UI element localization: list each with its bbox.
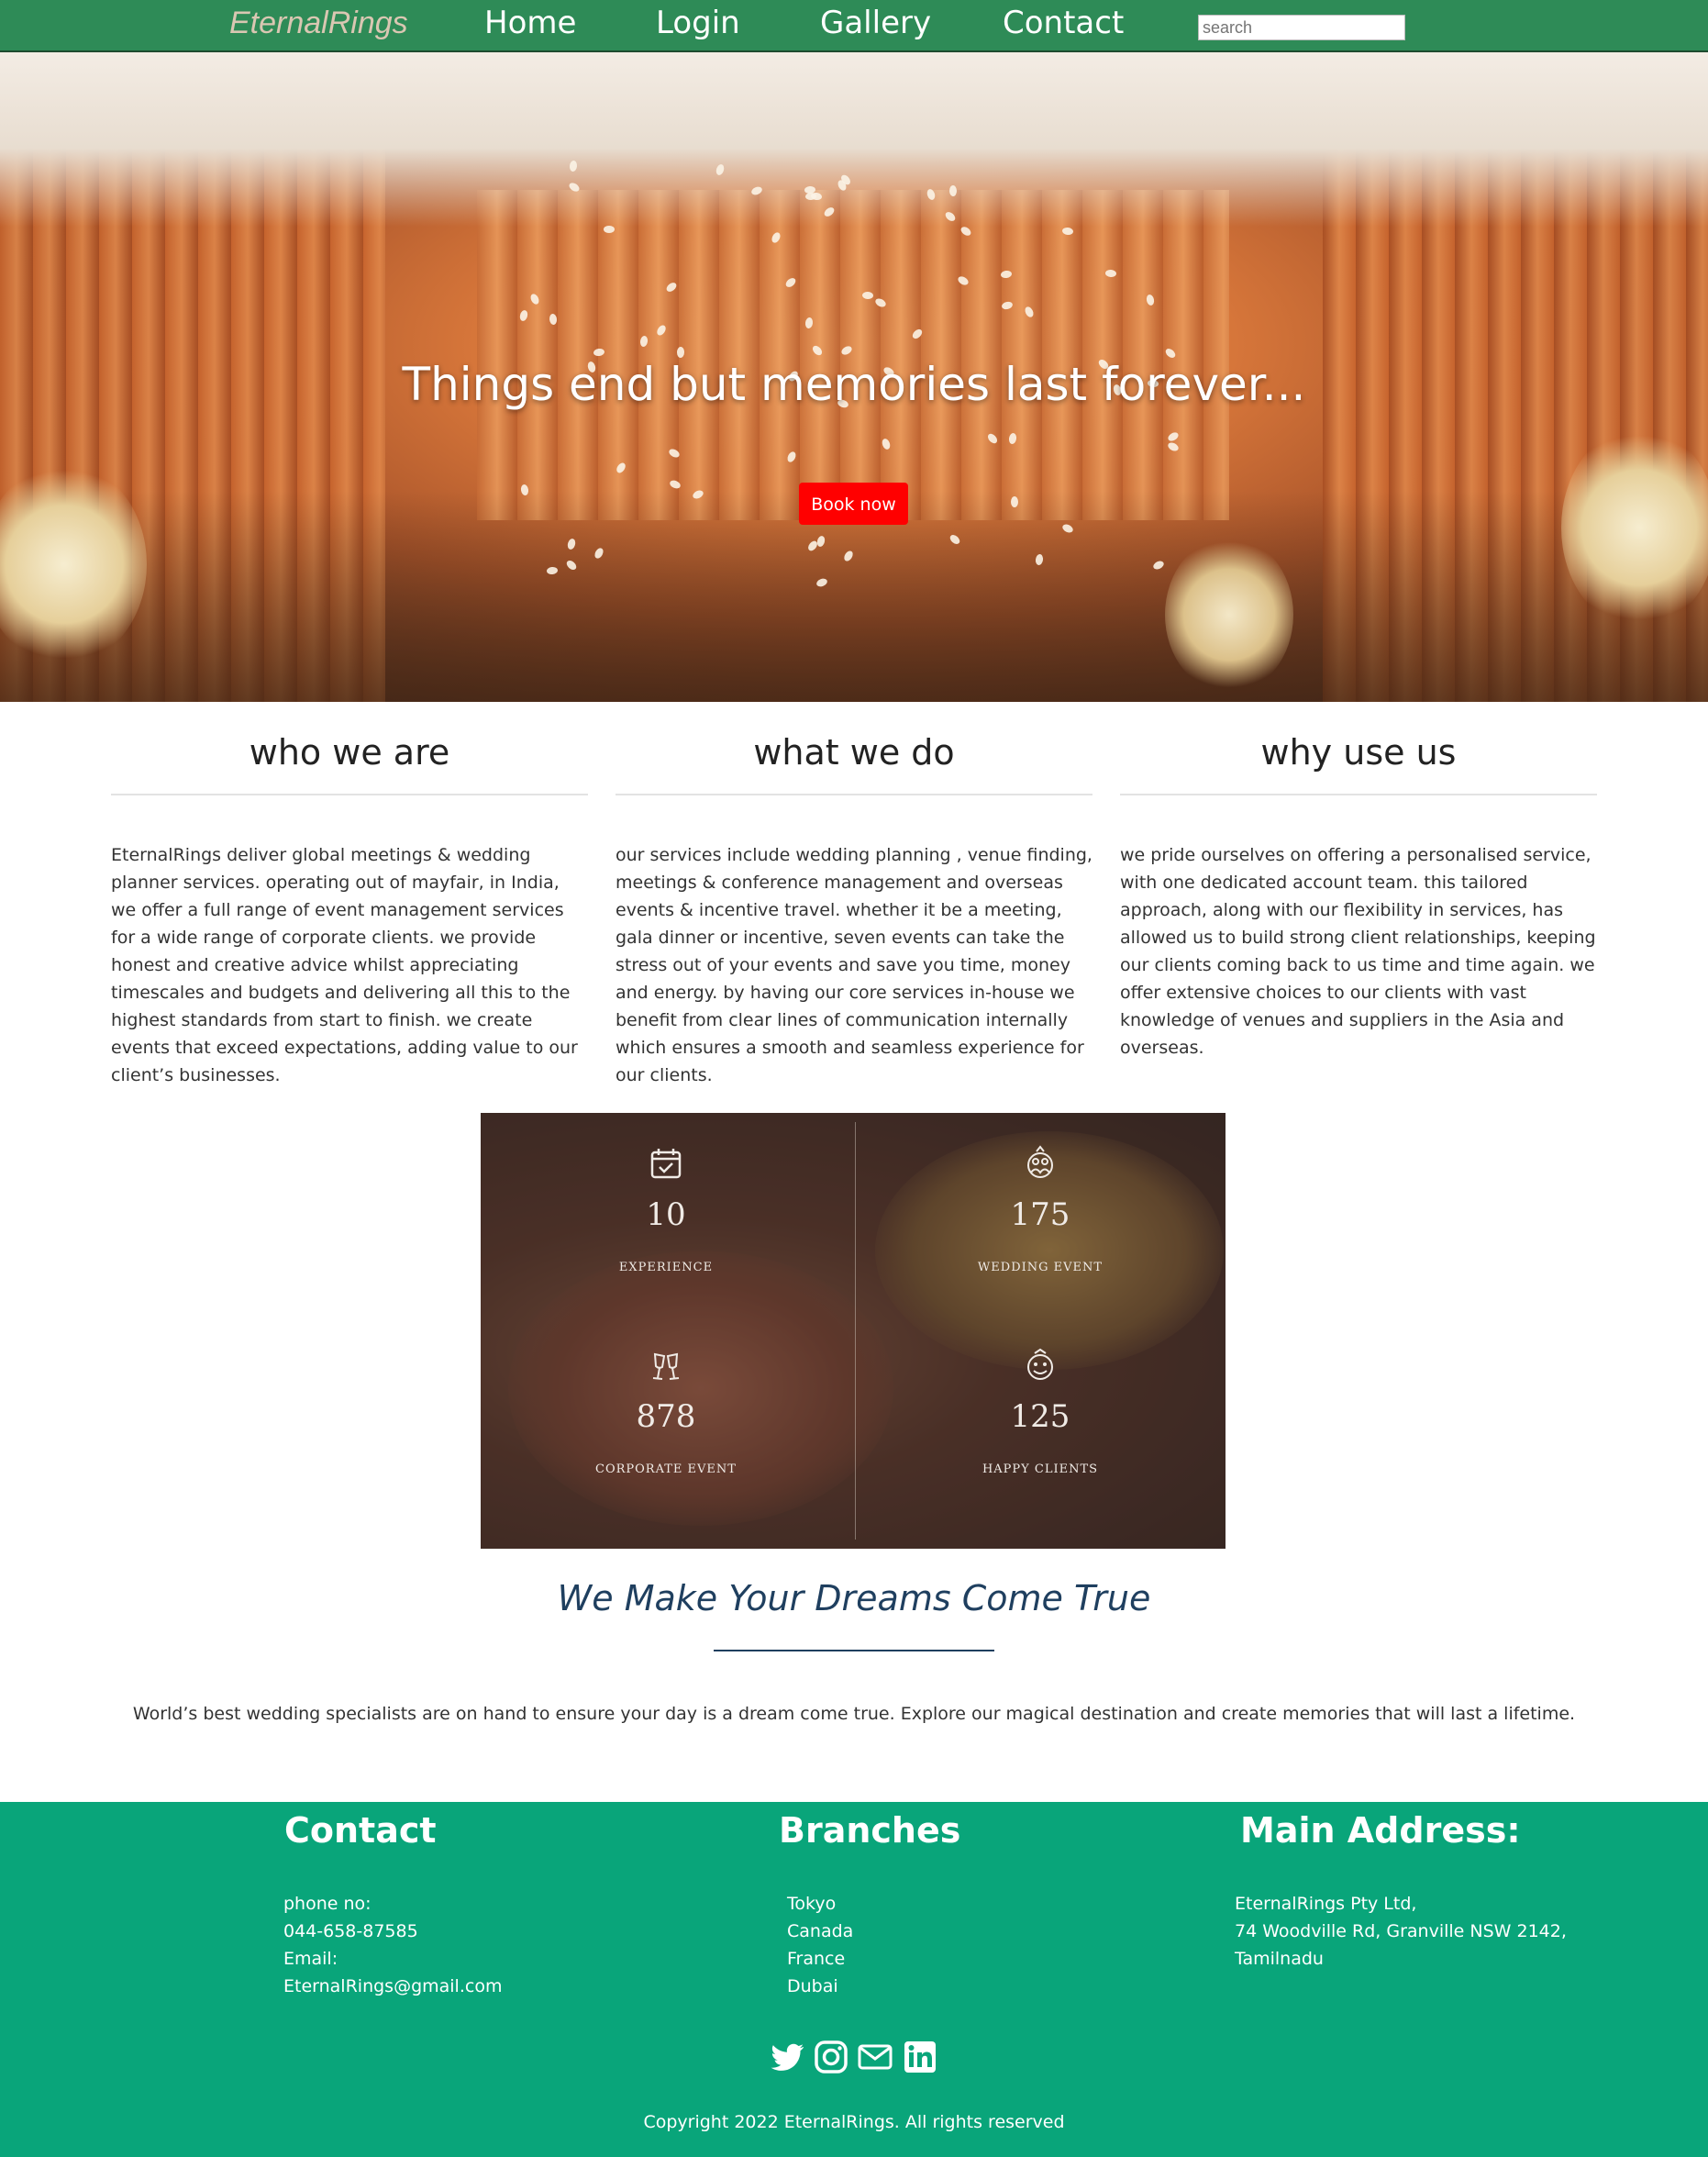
section-title: what we do: [753, 732, 955, 773]
stat-value: 125: [1010, 1398, 1070, 1435]
branch-item: France: [787, 1949, 846, 1969]
nav-link-gallery[interactable]: Gallery: [820, 5, 931, 41]
stat-label: WEDDING EVENT: [977, 1261, 1104, 1274]
hero-top-drape: [0, 52, 1708, 227]
address-line: 74 Woodville Rd, Granville NSW 2142,: [1235, 1921, 1567, 1941]
hero-headline: Things end but memories last forever...: [402, 358, 1306, 411]
section-divider: [111, 794, 588, 795]
section-title: why use us: [1260, 732, 1457, 773]
stat-value: 878: [636, 1398, 696, 1435]
nav-link-home[interactable]: Home: [484, 5, 576, 41]
stat-label: EXPERIENCE: [618, 1261, 714, 1274]
branch-item: Dubai: [787, 1976, 838, 1996]
dreams-title: We Make Your Dreams Come True: [557, 1578, 1151, 1618]
champagne-glasses-icon: [648, 1347, 684, 1384]
footer-address: Main Address: EternalRings Pty Ltd, 74 W…: [1235, 1802, 1567, 1969]
section-title: who we are: [249, 732, 450, 773]
wedding-couple-icon: [1022, 1145, 1059, 1182]
hero-flowers-right-2: [1165, 537, 1293, 693]
dreams-underline: [714, 1650, 994, 1651]
section-why-use-us: why use us we pride ourselves on offerin…: [1120, 725, 1597, 1062]
section-who-we-are: who we are EternalRings deliver global m…: [111, 725, 588, 1089]
stats-divider: [855, 1122, 856, 1540]
copyright-text: Copyright 2022 EternalRings. All rights …: [643, 2112, 1065, 2132]
footer-contact-title: Contact: [284, 1810, 437, 1851]
footer-contact-line: phone no:: [283, 1894, 372, 1914]
calendar-check-icon: [648, 1145, 684, 1182]
instagram-icon[interactable]: [813, 2039, 849, 2075]
search-input[interactable]: [1198, 15, 1405, 40]
footer-branches: Branches Tokyo Canada France Dubai: [779, 1802, 961, 1996]
nav-link-contact[interactable]: Contact: [1003, 5, 1124, 41]
stat-experience: 10 EXPERIENCE: [528, 1145, 804, 1274]
site-footer: Contact phone no: 044-658-87585 Email: E…: [0, 1802, 1708, 2157]
footer-branches-title: Branches: [779, 1810, 961, 1851]
stat-label: HAPPY CLIENTS: [982, 1462, 1099, 1476]
stats-panel: 10 EXPERIENCE 175 WEDDING EVENT 878 CORP…: [481, 1113, 1226, 1549]
section-body: we pride ourselves on offering a persona…: [1120, 845, 1596, 1058]
brand-logo[interactable]: EternalRings: [229, 6, 408, 41]
hero-flowers-right: [1561, 427, 1708, 628]
twitter-icon[interactable]: [769, 2039, 805, 2075]
section-body: our services include wedding planning , …: [616, 845, 1092, 1085]
footer-email[interactable]: EternalRings@gmail.com: [283, 1973, 502, 2000]
hero-center-drape: [477, 190, 1229, 520]
top-navbar: EternalRings Home Login Gallery Contact: [0, 0, 1708, 53]
stat-value: 175: [1010, 1196, 1070, 1233]
nav-link-login[interactable]: Login: [656, 5, 740, 41]
section-divider: [616, 794, 1092, 795]
branch-item: Tokyo: [787, 1894, 837, 1914]
stat-happy-clients: 125 HAPPY CLIENTS: [903, 1347, 1178, 1476]
footer-contact-line: Email:: [283, 1949, 338, 1969]
address-line: EternalRings Pty Ltd,: [1235, 1894, 1417, 1914]
petal-decoration: [804, 192, 816, 201]
stat-label: CORPORATE EVENT: [595, 1462, 737, 1476]
section-divider: [1120, 794, 1597, 795]
address-line: Tamilnadu: [1235, 1949, 1324, 1969]
hero-banner: Things end but memories last forever... …: [0, 52, 1708, 702]
petal-decoration: [604, 226, 616, 233]
dreams-text: World’s best wedding specialists are on …: [132, 1704, 1576, 1724]
mail-icon[interactable]: [857, 2039, 893, 2075]
footer-contact: Contact phone no: 044-658-87585 Email: E…: [283, 1802, 502, 1996]
linkedin-icon[interactable]: [902, 2039, 938, 2075]
branch-item: Canada: [787, 1921, 854, 1941]
stat-value: 10: [646, 1196, 686, 1233]
footer-phone[interactable]: 044-658-87585: [283, 1918, 502, 1945]
book-now-button[interactable]: Book now: [799, 483, 908, 525]
section-body: EternalRings deliver global meetings & w…: [111, 845, 578, 1085]
petal-decoration: [676, 346, 684, 358]
stat-wedding-event: 175 WEDDING EVENT: [903, 1145, 1178, 1274]
happy-clients-icon: [1022, 1347, 1059, 1384]
stat-corporate-event: 878 CORPORATE EVENT: [528, 1347, 804, 1476]
section-what-we-do: what we do our services include wedding …: [616, 725, 1092, 1089]
footer-address-title: Main Address:: [1240, 1810, 1521, 1851]
